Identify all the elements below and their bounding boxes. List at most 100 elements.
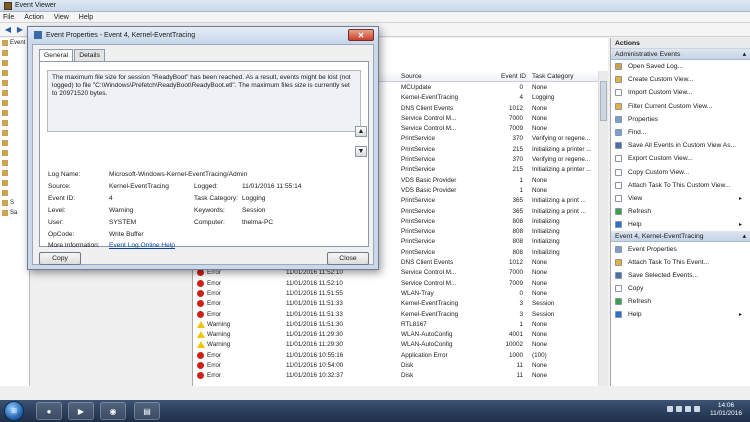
source-value: Kernel-EventTracing xyxy=(109,183,169,190)
menu-view[interactable]: View xyxy=(54,14,69,21)
taskbar-app-2[interactable]: ▶ xyxy=(68,402,94,420)
actions-section-event[interactable]: Event 4, Kernel-EventTracing ▴ xyxy=(611,231,750,243)
table-row[interactable]: Error 11/01/2016 11:51:33 Kernel-EventTrac… xyxy=(193,299,598,309)
flag-icon[interactable] xyxy=(676,406,682,412)
tree-item[interactable] xyxy=(0,168,29,178)
action-item[interactable]: Refresh xyxy=(611,205,750,218)
action-item[interactable]: View ▸ xyxy=(611,192,750,205)
clock[interactable]: 14:06 11/01/2016 xyxy=(706,402,746,420)
event-log-online-help-link[interactable]: Event Log Online Help xyxy=(109,242,175,249)
table-row[interactable]: Error 11/01/2016 11:52:10 Service Control … xyxy=(193,279,598,289)
level-value: Warning xyxy=(109,207,134,214)
menu-help[interactable]: Help xyxy=(79,14,93,21)
action-item[interactable]: Save All Events in Custom View As... xyxy=(611,139,750,152)
task-category-cell: None xyxy=(532,84,548,91)
event-description[interactable]: The maximum file size for session "Ready… xyxy=(47,70,361,132)
collapse-icon[interactable]: ▴ xyxy=(743,49,746,60)
action-item[interactable]: Attach Task To This Event... xyxy=(611,256,750,269)
tree-item[interactable] xyxy=(0,148,29,158)
tree-item[interactable] xyxy=(0,138,29,148)
task-category-cell: None xyxy=(532,362,548,370)
table-row[interactable]: Error 11/01/2016 10:32:37 Disk 11 None xyxy=(193,371,598,381)
action-item[interactable]: Find... xyxy=(611,126,750,139)
tree-item[interactable] xyxy=(0,128,29,138)
menu-file[interactable]: File xyxy=(3,14,14,21)
start-button[interactable]: ⊞ xyxy=(4,401,24,421)
task-category-label: Task Category: xyxy=(194,195,238,202)
menu-action[interactable]: Action xyxy=(24,14,43,21)
taskbar-app-event-viewer[interactable]: ▤ xyxy=(134,402,160,420)
event-id-cell: 3 xyxy=(519,300,523,308)
back-arrow-icon[interactable]: ◀ xyxy=(3,25,13,35)
action-item[interactable]: Filter Current Custom View... xyxy=(611,100,750,113)
tree-item[interactable] xyxy=(0,188,29,198)
opcode-label: OpCode: xyxy=(48,231,75,238)
action-item[interactable]: Properties xyxy=(611,113,750,126)
submenu-arrow-icon: ▸ xyxy=(738,195,742,202)
open-log-icon xyxy=(615,63,622,71)
tray-icon[interactable] xyxy=(667,406,673,412)
action-item[interactable]: Save Selected Events... xyxy=(611,269,750,282)
tree-item[interactable] xyxy=(0,98,29,108)
table-row[interactable]: Error 11/01/2016 10:55:16 Application Erro… xyxy=(193,351,598,361)
event-id-cell: 1012 xyxy=(508,104,523,112)
table-row[interactable]: Warning 11/01/2016 11:51:30 RTL8167 1 None xyxy=(193,320,598,330)
tree-item[interactable] xyxy=(0,68,29,78)
warning-icon xyxy=(197,341,205,349)
tab-details[interactable]: Details xyxy=(74,49,105,61)
action-item[interactable]: Help ▸ xyxy=(611,308,750,321)
tree-item[interactable] xyxy=(0,108,29,118)
table-row[interactable]: Error 11/01/2016 11:51:33 Kernel-EventTrac… xyxy=(193,310,598,320)
action-item[interactable]: Event Properties xyxy=(611,242,750,255)
table-row[interactable]: Warning 11/01/2016 11:29:30 WLAN-AutoConfi… xyxy=(193,330,598,340)
source-cell: RTL8167 xyxy=(401,320,427,328)
network-icon[interactable] xyxy=(685,406,691,412)
tree-item[interactable]: S xyxy=(0,198,29,208)
tree-item[interactable] xyxy=(0,48,29,58)
previous-event-button[interactable]: ▲ xyxy=(355,126,367,137)
action-item[interactable]: Help ▸ xyxy=(611,218,750,231)
task-category-cell: None xyxy=(532,341,548,349)
table-row[interactable]: Error 11/01/2016 11:51:55 WLAN-Tray 0 None xyxy=(193,289,598,299)
close-icon[interactable]: ✕ xyxy=(348,29,374,41)
action-item[interactable]: Export Custom View... xyxy=(611,152,750,165)
save-icon xyxy=(615,271,622,279)
scrollbar-thumb[interactable] xyxy=(600,81,607,121)
action-item[interactable]: Import Custom View... xyxy=(611,86,750,99)
tree-item[interactable]: Event xyxy=(0,38,29,48)
action-label: Event Properties xyxy=(628,245,677,253)
table-row[interactable]: Warning 11/01/2016 11:29:30 WLAN-AutoConfi… xyxy=(193,340,598,350)
next-event-button[interactable]: ▼ xyxy=(355,146,367,157)
tree-item[interactable]: Sa xyxy=(0,208,29,218)
arrow-up-icon: ▲ xyxy=(357,128,365,135)
close-button[interactable]: Close xyxy=(327,252,369,265)
action-item[interactable]: Copy Custom View... xyxy=(611,166,750,179)
action-item[interactable]: Open Saved Log... xyxy=(611,60,750,73)
taskbar-app-chrome[interactable]: ◉ xyxy=(100,402,126,420)
taskbar-app-1[interactable]: ● xyxy=(36,402,62,420)
actions-list-2: Event Properties Attach Task To This Even… xyxy=(611,242,750,321)
action-item[interactable]: Copy xyxy=(611,282,750,295)
action-item[interactable]: Refresh xyxy=(611,295,750,308)
tree-item[interactable] xyxy=(0,78,29,88)
tree-item[interactable] xyxy=(0,158,29,168)
volume-icon[interactable] xyxy=(694,406,700,412)
column-event-id[interactable]: Event ID xyxy=(501,73,526,80)
tree-item[interactable] xyxy=(0,88,29,98)
column-source[interactable]: Source xyxy=(401,73,422,80)
tree-item[interactable] xyxy=(0,178,29,188)
action-item[interactable]: Create Custom View... xyxy=(611,73,750,86)
action-label: Copy Custom View... xyxy=(628,168,690,176)
forward-arrow-icon[interactable]: ▶ xyxy=(15,25,25,35)
actions-section-administrative-events[interactable]: Administrative Events ▴ xyxy=(611,49,750,60)
event-list-scrollbar[interactable] xyxy=(598,71,608,386)
copy-button[interactable]: Copy xyxy=(39,252,81,265)
column-task-category[interactable]: Task Category xyxy=(532,73,574,80)
save-icon xyxy=(615,142,622,150)
table-row[interactable]: Error 11/01/2016 10:54:00 Disk 11 None xyxy=(193,361,598,371)
event-id-cell: 1 xyxy=(519,176,523,184)
tree-item[interactable] xyxy=(0,118,29,128)
action-item[interactable]: Attach Task To This Custom View... xyxy=(611,179,750,192)
tree-item[interactable] xyxy=(0,58,29,68)
collapse-icon[interactable]: ▴ xyxy=(743,231,746,242)
